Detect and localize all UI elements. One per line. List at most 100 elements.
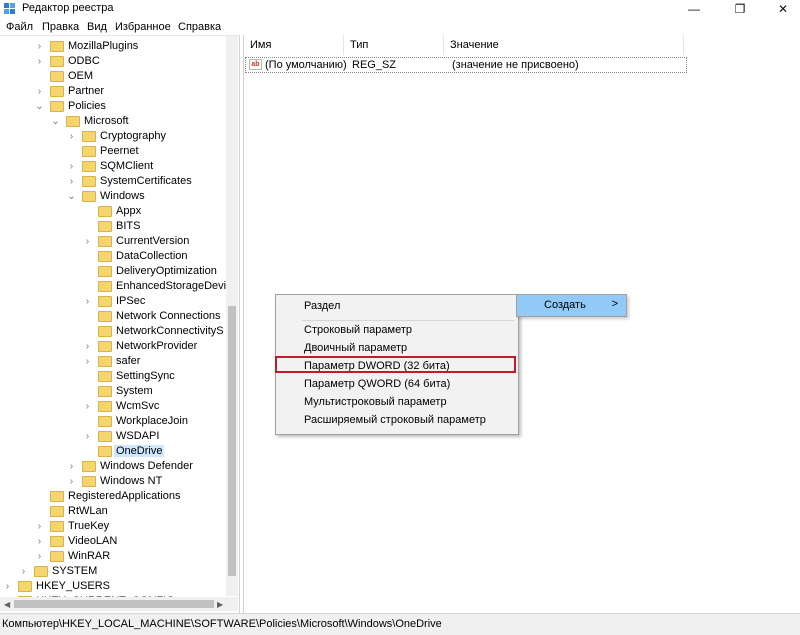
collapse-icon[interactable]: ⌄	[51, 114, 60, 129]
scroll-left-icon[interactable]: ◀	[4, 600, 10, 609]
tree-item[interactable]: Network Connections	[0, 309, 238, 324]
collapse-icon[interactable]: ⌄	[67, 189, 76, 204]
expand-icon[interactable]: ›	[35, 534, 44, 549]
tree-item[interactable]: ⌄ Microsoft	[0, 114, 238, 129]
expand-icon[interactable]: ›	[67, 174, 76, 189]
tree-item[interactable]: DeliveryOptimization	[0, 264, 238, 279]
column-name-header[interactable]: Имя	[244, 35, 344, 55]
menu-file[interactable]: Файл	[6, 21, 33, 33]
folder-icon	[50, 71, 64, 82]
expand-icon[interactable]: ›	[35, 54, 44, 69]
tree-item[interactable]: RegisteredApplications	[0, 489, 238, 504]
expand-icon[interactable]: ›	[35, 84, 44, 99]
tree-item[interactable]: DataCollection	[0, 249, 238, 264]
tree-item[interactable]: › NetworkProvider	[0, 339, 238, 354]
tree-item[interactable]: › Partner	[0, 84, 238, 99]
menu-favorites[interactable]: Избранное	[115, 21, 171, 33]
tree-item[interactable]: OEM	[0, 69, 238, 84]
tree-item[interactable]: › ODBC	[0, 54, 238, 69]
folder-icon	[18, 581, 32, 592]
menu-item-string-value[interactable]: Строковый параметр	[304, 324, 412, 336]
tree-item-label: Appx	[116, 205, 142, 217]
tree-item[interactable]: › SYSTEM	[0, 564, 238, 579]
tree-item-label: SYSTEM	[52, 565, 98, 577]
tree-item-label: HKEY_USERS	[36, 580, 110, 592]
expand-icon[interactable]: ›	[35, 549, 44, 564]
folder-icon	[34, 566, 48, 577]
tree-item[interactable]: › TrueKey	[0, 519, 238, 534]
column-type-header[interactable]: Тип	[344, 35, 444, 55]
expand-icon[interactable]: ›	[19, 564, 28, 579]
tree-item[interactable]: › Cryptography	[0, 129, 238, 144]
menu-item-binary-value[interactable]: Двоичный параметр	[304, 342, 407, 354]
minimize-button[interactable]: —	[677, 0, 711, 18]
expand-icon[interactable]: ›	[35, 519, 44, 534]
menu-item-key[interactable]: Раздел	[304, 300, 340, 312]
expand-icon[interactable]: ›	[67, 159, 76, 174]
tree-item[interactable]: RtWLan	[0, 504, 238, 519]
tree-item[interactable]: › SystemCertificates	[0, 174, 238, 189]
no-expand-icon	[35, 489, 44, 504]
tree-item[interactable]: › WSDAPI	[0, 429, 238, 444]
tree-item-label: CurrentVersion	[116, 235, 190, 247]
tree-item-label: Windows NT	[100, 475, 163, 487]
tree-horizontal-scroll-thumb[interactable]	[14, 600, 214, 608]
folder-icon	[82, 191, 96, 202]
tree-item[interactable]: › WcmSvc	[0, 399, 238, 414]
no-expand-icon	[83, 414, 92, 429]
expand-icon[interactable]: ›	[67, 129, 76, 144]
tree-item[interactable]: › CurrentVersion	[0, 234, 238, 249]
tree-item[interactable]: › safer	[0, 354, 238, 369]
folder-icon	[98, 371, 112, 382]
tree-item[interactable]: ⌄ Policies	[0, 99, 238, 114]
tree-item[interactable]: ⌄ Windows	[0, 189, 238, 204]
tree-item-label: Network Connections	[116, 310, 221, 322]
menu-help[interactable]: Справка	[178, 21, 221, 33]
expand-icon[interactable]: ›	[83, 399, 92, 414]
menu-item-multi-string-value[interactable]: Мультистроковый параметр	[304, 396, 447, 408]
maximize-button[interactable]: ❐	[723, 0, 757, 18]
collapse-icon[interactable]: ⌄	[35, 99, 44, 114]
scroll-right-icon[interactable]: ▶	[217, 600, 223, 609]
list-item[interactable]: ab (По умолчанию) REG_SZ (значение не пр…	[245, 57, 687, 73]
tree-item[interactable]: › HKEY_USERS	[0, 579, 238, 594]
folder-icon	[50, 56, 64, 67]
expand-icon[interactable]: ›	[67, 459, 76, 474]
no-expand-icon	[83, 309, 92, 324]
tree-item[interactable]: Appx	[0, 204, 238, 219]
expand-icon[interactable]: ›	[35, 39, 44, 54]
tree-item[interactable]: WorkplaceJoin	[0, 414, 238, 429]
close-button[interactable]: ✕	[766, 0, 800, 18]
expand-icon[interactable]: ›	[83, 294, 92, 309]
menu-edit[interactable]: Правка	[42, 21, 79, 33]
tree-item[interactable]: EnhancedStorageDevi	[0, 279, 238, 294]
expand-icon[interactable]: ›	[67, 474, 76, 489]
folder-icon	[82, 176, 96, 187]
expand-icon[interactable]: ›	[83, 354, 92, 369]
expand-icon[interactable]: ›	[83, 339, 92, 354]
tree-item[interactable]: › MozillaPlugins	[0, 39, 238, 54]
tree-item[interactable]: Peernet	[0, 144, 238, 159]
tree-item[interactable]: BITS	[0, 219, 238, 234]
tree-item[interactable]: › VideoLAN	[0, 534, 238, 549]
registry-tree[interactable]: › MozillaPlugins › ODBC OEM › Partner ⌄ Policies…	[0, 35, 240, 614]
tree-item[interactable]: › SQMClient	[0, 159, 238, 174]
tree-item[interactable]: System	[0, 384, 238, 399]
menu-view[interactable]: Вид	[87, 21, 107, 33]
tree-item[interactable]: › WinRAR	[0, 549, 238, 564]
tree-vertical-scroll-thumb[interactable]	[228, 306, 236, 576]
tree-item[interactable]: OneDrive	[0, 444, 238, 459]
tree-item[interactable]: › Windows NT	[0, 474, 238, 489]
column-value-header[interactable]: Значение	[444, 35, 684, 55]
expand-icon[interactable]: ›	[3, 579, 12, 594]
menu-item-qword-value[interactable]: Параметр QWORD (64 бита)	[304, 378, 450, 390]
tree-item[interactable]: NetworkConnectivityS	[0, 324, 238, 339]
tree-item[interactable]: › IPSec	[0, 294, 238, 309]
menu-item-expandable-string-value[interactable]: Расширяемый строковый параметр	[304, 414, 486, 426]
tree-item[interactable]: SettingSync	[0, 369, 238, 384]
tree-item[interactable]: › Windows Defender	[0, 459, 238, 474]
expand-icon[interactable]: ›	[83, 234, 92, 249]
tree-item-label: OEM	[68, 70, 94, 82]
expand-icon[interactable]: ›	[83, 429, 92, 444]
new-submenu-item[interactable]: Создать >	[516, 294, 627, 317]
